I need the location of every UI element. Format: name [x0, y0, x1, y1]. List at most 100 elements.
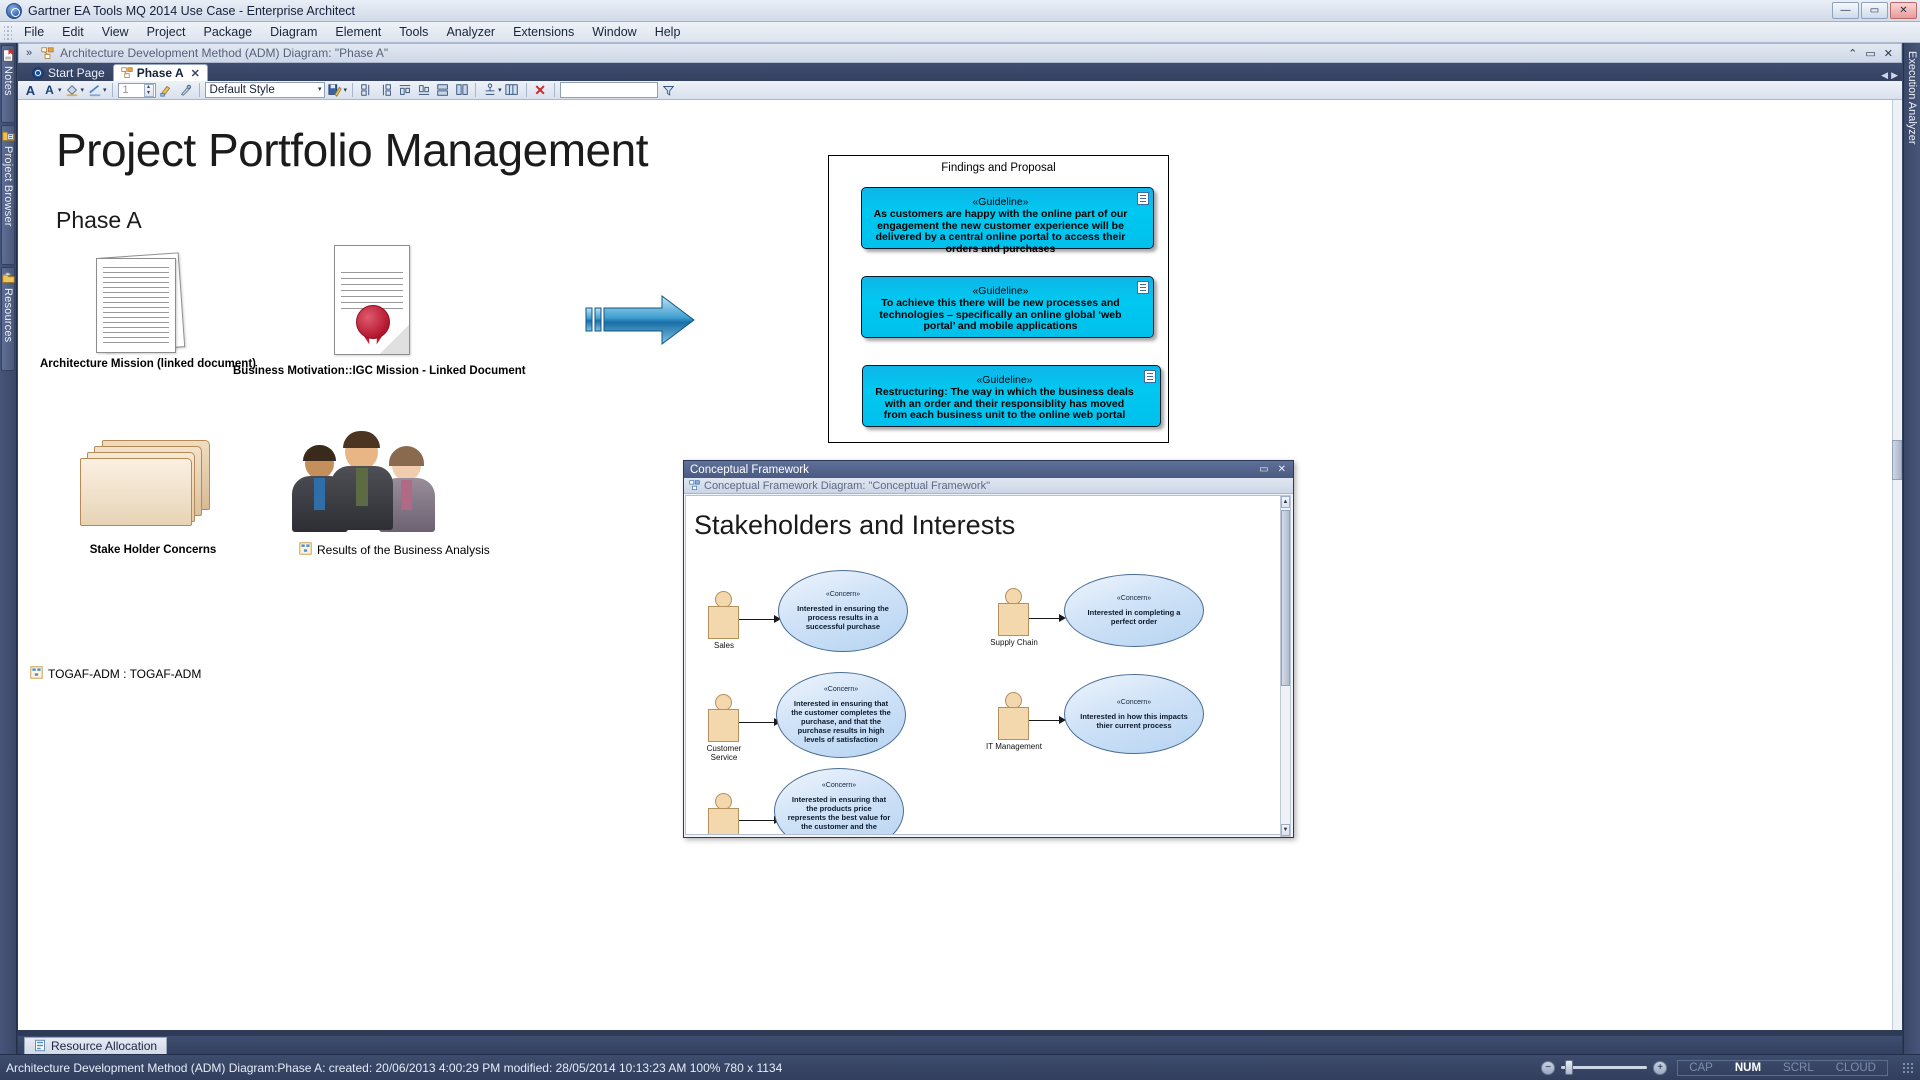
- page-title: Project Portfolio Management: [56, 124, 648, 176]
- guideline-note-2[interactable]: «Guideline» To achieve this there will b…: [861, 276, 1154, 338]
- maximize-button[interactable]: ▭: [1861, 1, 1888, 19]
- zoom-slider[interactable]: [1561, 1060, 1648, 1075]
- autolayout-button[interactable]: [481, 82, 498, 99]
- conceptual-framework-caption-text: Conceptual Framework Diagram: "Conceptua…: [704, 479, 990, 492]
- conceptual-framework-scrollbar[interactable]: ▲ ▼: [1280, 495, 1291, 837]
- menu-grip-icon[interactable]: [4, 24, 12, 40]
- filter-icon: [662, 85, 674, 96]
- scroll-up-button[interactable]: ▲: [1281, 496, 1290, 508]
- zoom-out-button[interactable]: −: [1541, 1060, 1556, 1075]
- architecture-mission-element[interactable]: [88, 252, 198, 355]
- style-select[interactable]: Default Style ▾: [204, 82, 325, 98]
- concern-it-management[interactable]: «Concern» Interested in how this impacts…: [1064, 674, 1204, 754]
- concern-customer-service[interactable]: «Concern» Interested in ensuring that th…: [776, 672, 906, 758]
- tab-close-icon[interactable]: ✕: [191, 67, 200, 80]
- dock-item-resources[interactable]: Resources: [1, 267, 15, 371]
- conceptual-framework-canvas[interactable]: Stakeholders and Interests Sales «Concer…: [685, 495, 1283, 835]
- person-center: [331, 431, 393, 530]
- status-bar: Architecture Development Method (ADM) Di…: [0, 1054, 1920, 1080]
- restore-icon[interactable]: ▭: [1865, 47, 1875, 60]
- tab-prev-icon[interactable]: ◀: [1881, 70, 1888, 81]
- chevron-right-icon[interactable]: »: [23, 47, 35, 59]
- dock-item-notes[interactable]: Notes: [1, 45, 15, 123]
- menu-item-window[interactable]: Window: [583, 22, 645, 42]
- guideline-note-1[interactable]: «Guideline» As customers are happy with …: [861, 187, 1154, 254]
- dock-label-execution-analyzer[interactable]: Execution Analyzer: [1906, 51, 1918, 145]
- zoom-in-button[interactable]: +: [1653, 1060, 1668, 1075]
- chevron-down-icon[interactable]: ▾: [103, 86, 107, 94]
- collapse-icon[interactable]: ⌃: [1848, 47, 1857, 60]
- font-style-button[interactable]: A: [41, 82, 58, 99]
- menu-item-diagram[interactable]: Diagram: [261, 22, 326, 42]
- menu-item-tools[interactable]: Tools: [390, 22, 437, 42]
- zoom-slider-thumb[interactable]: [1565, 1060, 1574, 1075]
- business-motivation-element[interactable]: [334, 245, 424, 360]
- actor-body-icon: [708, 808, 739, 834]
- fill-color-button[interactable]: [64, 82, 81, 99]
- status-indicators: CAP NUM SCRL CLOUD: [1677, 1059, 1888, 1076]
- chevron-down-icon[interactable]: ▾: [498, 86, 502, 94]
- results-business-analysis-element[interactable]: [286, 430, 461, 532]
- scroll-down-button[interactable]: ▼: [1281, 824, 1290, 836]
- canvas-scrollbar[interactable]: [1892, 100, 1902, 1030]
- menu-item-project[interactable]: Project: [138, 22, 195, 42]
- same-width-button[interactable]: [434, 82, 451, 99]
- align-bottom-button[interactable]: [415, 82, 432, 99]
- menu-item-element[interactable]: Element: [326, 22, 390, 42]
- eyedropper-button[interactable]: [177, 82, 194, 99]
- tab-next-icon[interactable]: ▶: [1891, 70, 1898, 81]
- resize-grip-icon[interactable]: [1902, 1061, 1914, 1074]
- chevron-down-icon[interactable]: ▾: [81, 86, 85, 94]
- tab-phase-a[interactable]: Phase A ✕: [112, 64, 208, 81]
- swimlanes-button[interactable]: [504, 82, 521, 99]
- align-right-button[interactable]: [377, 82, 394, 99]
- guideline-note-3[interactable]: «Guideline» Restructuring: The way in wh…: [862, 365, 1161, 427]
- search-input[interactable]: [559, 82, 658, 98]
- font-color-button[interactable]: A: [22, 82, 39, 99]
- toolbar-separator: [198, 83, 200, 97]
- filter-button[interactable]: [660, 82, 677, 99]
- menu-item-edit[interactable]: Edit: [53, 22, 93, 42]
- tab-start-page[interactable]: Start Page: [24, 64, 113, 81]
- chevron-down-icon[interactable]: ▾: [344, 86, 348, 94]
- menu-item-help[interactable]: Help: [646, 22, 690, 42]
- chevron-down-icon[interactable]: ▾: [318, 85, 322, 93]
- conceptual-framework-scroll-thumb[interactable]: [1281, 510, 1290, 686]
- stepper-arrows-icon[interactable]: ▴ ▾: [143, 83, 154, 97]
- concern-supply-chain[interactable]: «Concern» Interested in completing a per…: [1064, 574, 1204, 647]
- menu-item-file[interactable]: File: [15, 22, 53, 42]
- child-close-button[interactable]: ✕: [1278, 464, 1286, 475]
- stake-holder-concerns-label: Stake Holder Concerns: [89, 544, 217, 556]
- bottom-tab-resource-allocation[interactable]: Resource Allocation: [24, 1036, 168, 1054]
- zoom-control[interactable]: − +: [1541, 1060, 1668, 1075]
- toolbar-separator: [352, 83, 354, 97]
- line-color-button[interactable]: [86, 82, 103, 99]
- guideline-stereotype: «Guideline»: [972, 196, 1029, 208]
- findings-boundary[interactable]: Findings and Proposal «Guideline» As cus…: [828, 155, 1169, 443]
- stake-holder-concerns-element[interactable]: [80, 432, 220, 532]
- child-window-controls: ▭ ✕: [1259, 464, 1289, 475]
- menu-item-analyzer[interactable]: Analyzer: [437, 22, 504, 42]
- conceptual-framework-window[interactable]: Conceptual Framework ▭ ✕ Conceptual Fram…: [683, 460, 1294, 838]
- close-document-icon[interactable]: ✕: [1884, 47, 1893, 60]
- delete-button[interactable]: ✕: [532, 82, 549, 99]
- same-height-button[interactable]: [453, 82, 470, 99]
- brush-icon: [160, 85, 171, 97]
- minimize-button[interactable]: —: [1832, 1, 1859, 19]
- menu-item-extensions[interactable]: Extensions: [504, 22, 583, 42]
- concern-pricing[interactable]: «Concern» Interested in ensuring that th…: [774, 768, 904, 834]
- line-width-stepper[interactable]: 1 ▴ ▾: [117, 82, 156, 98]
- concern-sales[interactable]: «Concern» Interested in ensuring the pro…: [778, 570, 908, 652]
- save-style-button[interactable]: [327, 82, 344, 99]
- project-browser-icon: [1, 131, 15, 141]
- align-top-button[interactable]: [396, 82, 413, 99]
- menu-item-package[interactable]: Package: [194, 22, 261, 42]
- child-restore-button[interactable]: ▭: [1259, 464, 1268, 475]
- canvas-scrollbar-thumb[interactable]: [1892, 440, 1902, 480]
- chevron-down-icon[interactable]: ▾: [58, 86, 62, 94]
- menu-item-view[interactable]: View: [93, 22, 138, 42]
- close-button[interactable]: ✕: [1890, 1, 1917, 19]
- align-left-button[interactable]: [358, 82, 375, 99]
- dock-item-project-browser[interactable]: Project Browser: [1, 125, 15, 265]
- format-painter-button[interactable]: [158, 82, 175, 99]
